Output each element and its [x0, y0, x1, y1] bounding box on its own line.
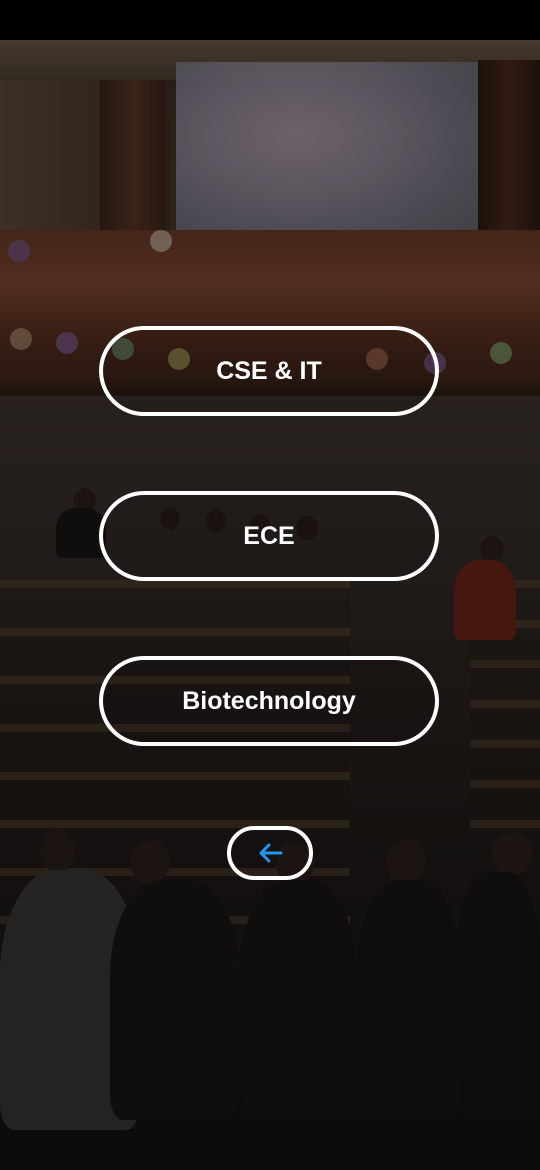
dim-overlay — [0, 40, 540, 1170]
biotechnology-button[interactable]: Biotechnology — [99, 656, 439, 746]
arrow-left-icon — [257, 842, 283, 864]
biotechnology-button-label: Biotechnology — [182, 686, 356, 715]
ece-button-label: ECE — [243, 521, 295, 550]
back-button[interactable] — [227, 826, 313, 880]
status-bar — [0, 0, 540, 40]
screen: CSE & IT ECE Biotechnology — [0, 0, 540, 1170]
cse-it-button-label: CSE & IT — [216, 356, 322, 385]
ece-button[interactable]: ECE — [99, 491, 439, 581]
cse-it-button[interactable]: CSE & IT — [99, 326, 439, 416]
